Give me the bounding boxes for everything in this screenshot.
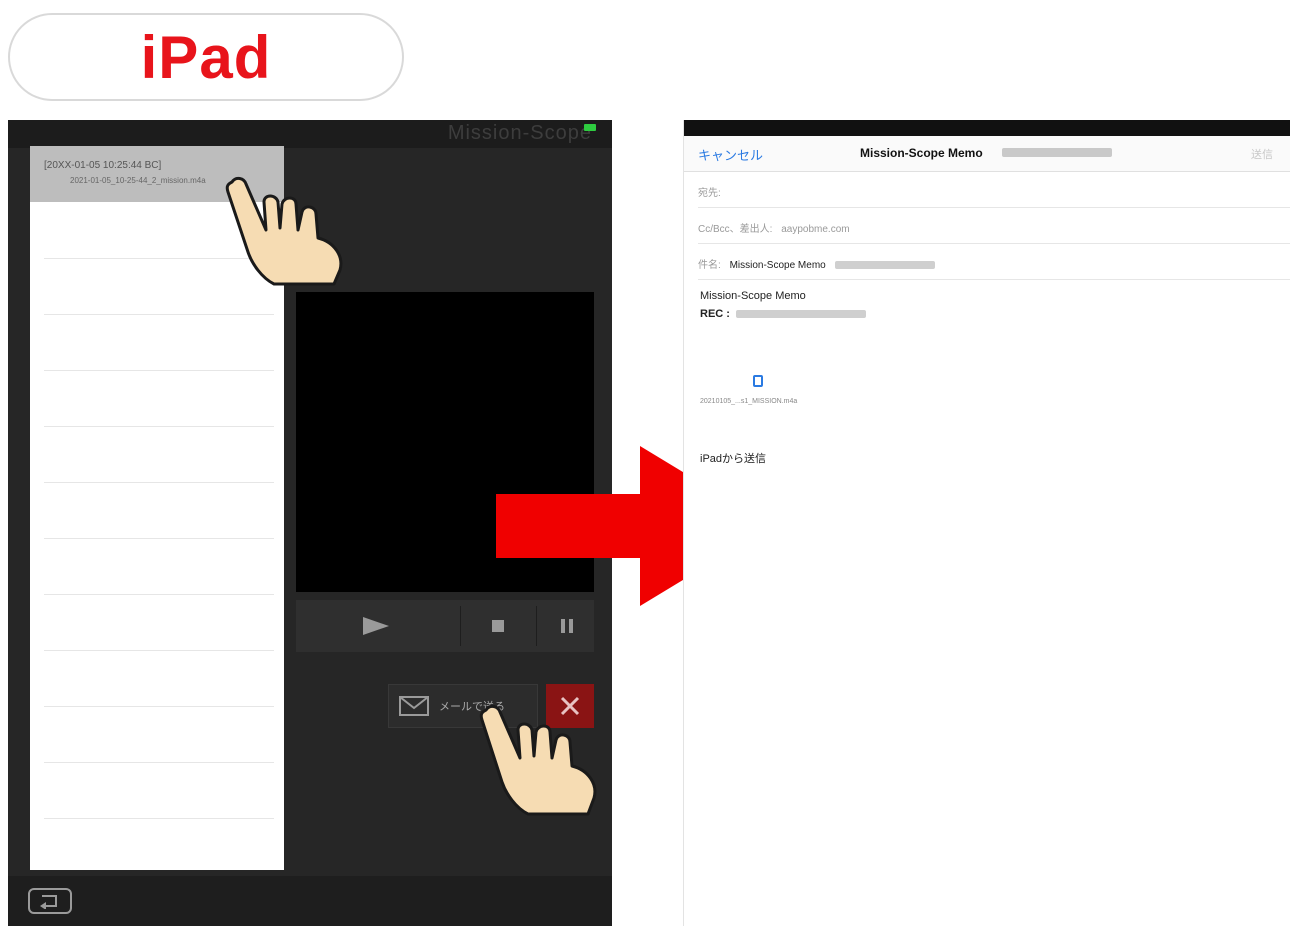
subject-label: 件名: — [698, 260, 721, 271]
body-line: Mission-Scope Memo — [700, 290, 806, 302]
to-field[interactable]: 宛先: — [698, 172, 1290, 208]
playback-controls — [296, 600, 594, 652]
send-button[interactable]: 送信 — [1251, 146, 1273, 162]
status-bar — [684, 120, 1290, 136]
body-line: REC : — [700, 308, 866, 320]
attachment-name: 20210105_...s1_MISSION.m4a — [700, 398, 798, 405]
cc-field[interactable]: Cc/Bcc、差出人: aaypobme.com — [698, 208, 1290, 244]
attachment-icon[interactable] — [753, 375, 763, 387]
list-item[interactable] — [44, 314, 274, 315]
list-item[interactable] — [44, 426, 274, 427]
subject-field[interactable]: 件名: Mission-Scope Memo — [698, 244, 1290, 280]
redacted-text — [834, 261, 935, 270]
list-item[interactable] — [44, 706, 274, 707]
list-item[interactable] — [44, 538, 274, 539]
cc-value: aaypobme.com — [781, 224, 850, 235]
compose-title: Mission-Scope Memo — [860, 146, 983, 160]
ipad-title-pill: iPad — [8, 13, 404, 101]
signature: iPadから送信 — [700, 453, 767, 465]
cancel-button[interactable]: キャンセル — [698, 145, 763, 164]
tap-hand-icon — [479, 704, 597, 816]
stop-icon — [492, 620, 504, 632]
redacted-text — [735, 310, 866, 319]
list-item[interactable] — [44, 650, 274, 651]
play-icon — [363, 617, 389, 635]
back-button[interactable] — [28, 888, 72, 914]
list-item[interactable] — [44, 370, 274, 371]
cc-label: Cc/Bcc、差出人: — [698, 224, 773, 235]
back-icon — [40, 895, 57, 909]
tap-hand-icon — [225, 176, 343, 286]
redacted-text — [1002, 148, 1112, 157]
envelope-icon — [399, 696, 429, 716]
pause-icon — [561, 619, 573, 633]
divider — [536, 606, 537, 646]
page-title: iPad — [140, 23, 272, 91]
subject-value: Mission-Scope Memo — [729, 260, 826, 271]
file-sub: 2021-01-05_10-25-44_2_mission.m4a — [70, 176, 206, 185]
stop-button[interactable] — [464, 600, 532, 652]
compose-navbar: キャンセル Mission-Scope Memo 送信 — [684, 136, 1290, 172]
rec-label: REC : — [700, 308, 730, 320]
pause-button[interactable] — [540, 600, 594, 652]
divider — [460, 606, 461, 646]
battery-icon — [584, 124, 596, 131]
app-topbar: Mission-Scope — [8, 120, 612, 148]
list-item[interactable] — [44, 762, 274, 763]
play-button[interactable] — [296, 600, 456, 652]
file-name: [20XX-01-05 10:25:44 BC] — [44, 160, 162, 171]
to-label: 宛先: — [698, 188, 721, 199]
list-item[interactable] — [44, 818, 274, 819]
mail-compose-screen: キャンセル Mission-Scope Memo 送信 宛先: Cc/Bcc、差… — [683, 120, 1290, 926]
list-item[interactable] — [44, 594, 274, 595]
app-title: Mission-Scope — [447, 122, 592, 144]
list-item[interactable] — [44, 482, 274, 483]
bottom-bar — [8, 876, 612, 926]
